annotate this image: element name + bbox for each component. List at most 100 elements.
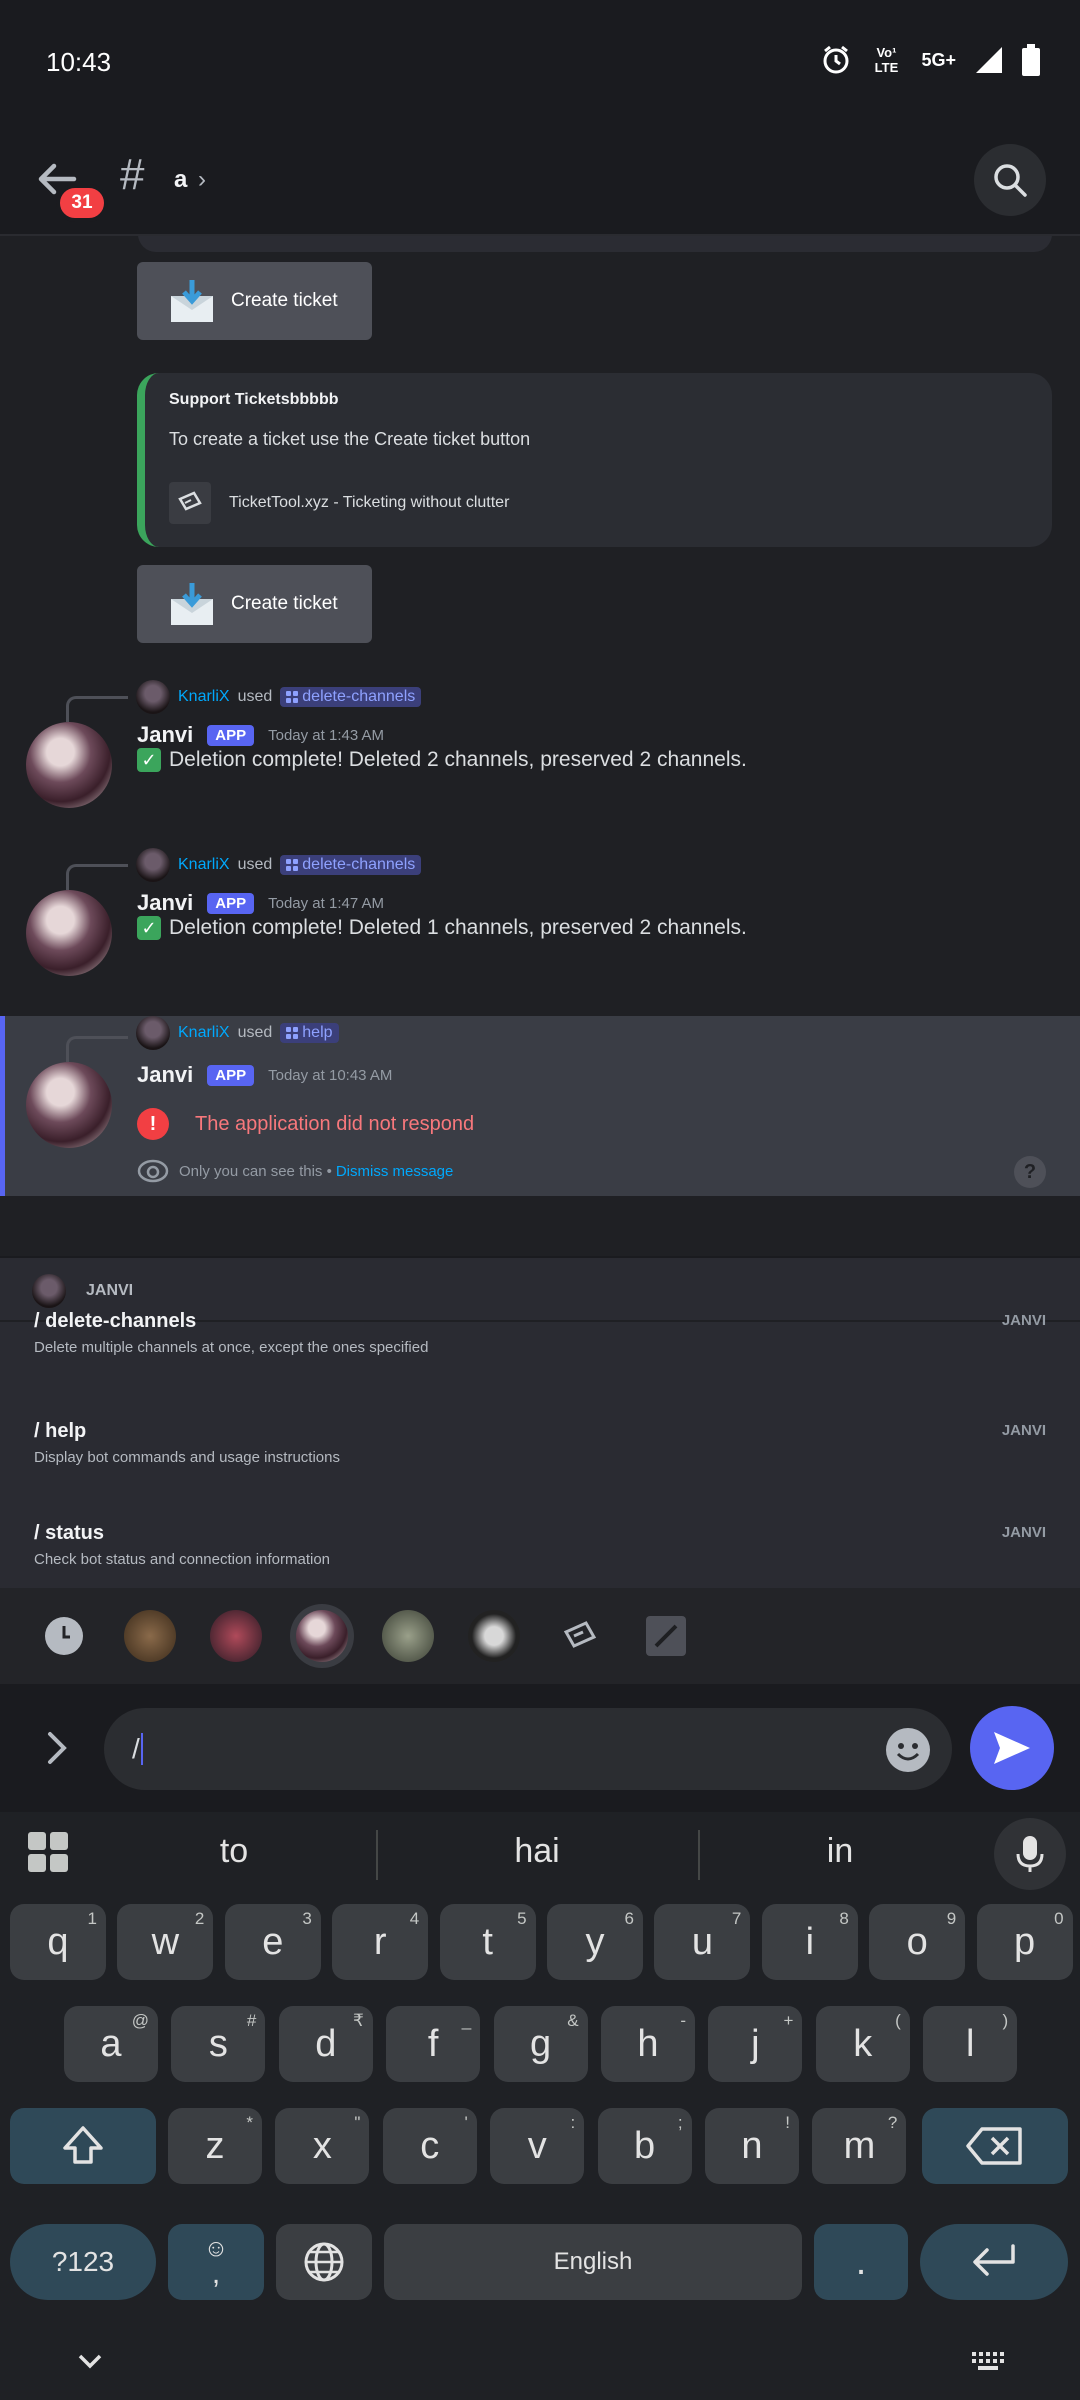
key-x[interactable]: x ": [275, 2108, 370, 2184]
key-hint: 0: [1054, 1909, 1064, 1928]
avatar[interactable]: [26, 890, 112, 976]
author-name[interactable]: Janvi: [137, 722, 193, 748]
period-key[interactable]: .: [814, 2224, 908, 2300]
key-n[interactable]: n!: [705, 2108, 799, 2184]
key-i[interactable]: i8: [761, 1904, 858, 1980]
keyboard-switch-icon[interactable]: [970, 2350, 1006, 2374]
check-mark-icon: ✓: [137, 916, 161, 940]
suggestion-strip: to hai in: [0, 1812, 1080, 1892]
key-o[interactable]: o9: [869, 1904, 966, 1980]
message-header: Janvi APP Today at 10:43 AM: [137, 1062, 392, 1088]
command-chip[interactable]: help: [280, 1023, 339, 1043]
help-icon[interactable]: ?: [1014, 1156, 1046, 1188]
avatar[interactable]: [26, 1062, 112, 1148]
microphone-button[interactable]: [994, 1818, 1066, 1890]
message-list[interactable]: Create ticket Support Ticketsbbbbb To cr…: [0, 236, 1080, 1256]
key-h[interactable]: h-: [601, 2006, 695, 2082]
ephemeral-message[interactable]: KnarliX used help Janvi APP Today at 10:…: [0, 1016, 1080, 1196]
app-avatar[interactable]: [210, 1610, 262, 1662]
status-icons: Vo¹ LTE 5G+: [821, 44, 1040, 76]
key-v[interactable]: v:: [490, 2108, 585, 2184]
key-e[interactable]: e3: [224, 1904, 321, 1980]
reply-connector: [66, 1036, 128, 1062]
ticket-app-icon[interactable]: [554, 1610, 606, 1662]
key-y[interactable]: y6: [547, 1904, 643, 1980]
edit-app-icon[interactable]: [640, 1610, 692, 1662]
command-reply[interactable]: KnarliX used delete-channels: [136, 680, 422, 714]
expand-actions-button[interactable]: [42, 1730, 74, 1771]
key-g[interactable]: g &: [493, 2006, 588, 2082]
command-option[interactable]: / help Display bot commands and usage in…: [34, 1420, 1046, 1466]
space-key[interactable]: English: [384, 2224, 802, 2300]
create-ticket-button[interactable]: Create ticket: [137, 565, 372, 643]
key-label: a: [100, 2022, 122, 2065]
key-z[interactable]: z *: [168, 2108, 262, 2184]
key-s[interactable]: s #: [171, 2006, 266, 2082]
key-f[interactable]: f _: [386, 2006, 481, 2082]
channel-name[interactable]: a: [174, 166, 187, 194]
message-input[interactable]: /: [104, 1708, 952, 1790]
suggestion[interactable]: hai: [437, 1832, 637, 1871]
command-option[interactable]: / status Check bot status and connection…: [34, 1522, 1046, 1568]
app-avatar[interactable]: [124, 1610, 176, 1662]
author-name[interactable]: Janvi: [137, 890, 193, 916]
command-chip[interactable]: delete-channels: [280, 687, 422, 707]
command-option-name: / help: [34, 1420, 87, 1442]
reply-username[interactable]: KnarliX: [178, 1024, 230, 1042]
app-avatar[interactable]: [382, 1610, 434, 1662]
symbols-key[interactable]: ?123: [10, 2224, 156, 2300]
create-ticket-button[interactable]: Create ticket: [137, 262, 372, 340]
volte-indicator: Vo¹ LTE: [874, 45, 899, 75]
shift-key[interactable]: [10, 2108, 156, 2184]
key-p[interactable]: p0: [976, 1904, 1073, 1980]
key-label: x: [312, 2124, 332, 2167]
command-option-source: JANVI: [1001, 1422, 1046, 1439]
chevron-down-icon[interactable]: [76, 2352, 104, 2372]
avatar[interactable]: [26, 722, 112, 808]
key-d[interactable]: d ₹: [278, 2006, 373, 2082]
key-a[interactable]: a @: [64, 2006, 158, 2082]
command-option-name: / delete-channels: [34, 1310, 197, 1332]
key-l[interactable]: l): [923, 2006, 1018, 2082]
chevron-right-icon[interactable]: ›: [198, 166, 206, 194]
apps-grid-icon[interactable]: [28, 1832, 68, 1872]
key-b[interactable]: b;: [597, 2108, 692, 2184]
backspace-key[interactable]: [922, 2108, 1068, 2184]
suggestion[interactable]: to: [134, 1832, 334, 1871]
ephemeral-note: Only you can see this • Dismiss message: [137, 1158, 453, 1184]
timestamp: Today at 1:43 AM: [268, 726, 385, 744]
app-avatar[interactable]: [468, 1610, 520, 1662]
key-w[interactable]: w2: [117, 1904, 214, 1980]
emoji-comma-key[interactable]: ☺ ,: [168, 2224, 264, 2300]
send-button[interactable]: [970, 1706, 1054, 1790]
command-reply[interactable]: KnarliX used help: [136, 1016, 339, 1050]
search-button[interactable]: [974, 144, 1046, 216]
key-hint: _: [461, 2011, 472, 2030]
command-option[interactable]: / delete-channels Delete multiple channe…: [34, 1310, 1046, 1356]
reply-username[interactable]: KnarliX: [178, 688, 230, 706]
key-q[interactable]: q1: [10, 1904, 106, 1980]
suggestion[interactable]: in: [740, 1832, 940, 1871]
key-hint: ;: [677, 2113, 683, 2132]
command-reply[interactable]: KnarliX used delete-channels: [136, 848, 422, 882]
key-r[interactable]: r4: [332, 1904, 429, 1980]
enter-key[interactable]: [920, 2224, 1068, 2300]
app-tag: APP: [207, 892, 255, 914]
channel-header: 31 # a ›: [0, 130, 1080, 236]
key-m[interactable]: m?: [812, 2108, 907, 2184]
key-t[interactable]: t5: [439, 1904, 536, 1980]
app-avatar-selected[interactable]: [290, 1604, 354, 1668]
language-key[interactable]: [276, 2224, 372, 2300]
command-option-name: / status: [34, 1522, 105, 1544]
key-u[interactable]: u7: [654, 1904, 751, 1980]
key-j[interactable]: j +: [708, 2006, 803, 2082]
key-c[interactable]: c ': [382, 2108, 477, 2184]
key-k[interactable]: k(: [815, 2006, 910, 2082]
dismiss-message-link[interactable]: Dismiss message: [336, 1163, 454, 1180]
embed-footer: TicketTool.xyz - Ticketing without clutt…: [169, 482, 1028, 524]
emoji-picker-button[interactable]: [886, 1728, 930, 1772]
recent-clock-icon[interactable]: [38, 1610, 90, 1662]
command-chip[interactable]: delete-channels: [280, 855, 422, 875]
reply-username[interactable]: KnarliX: [178, 856, 230, 874]
author-name[interactable]: Janvi: [137, 1062, 193, 1088]
